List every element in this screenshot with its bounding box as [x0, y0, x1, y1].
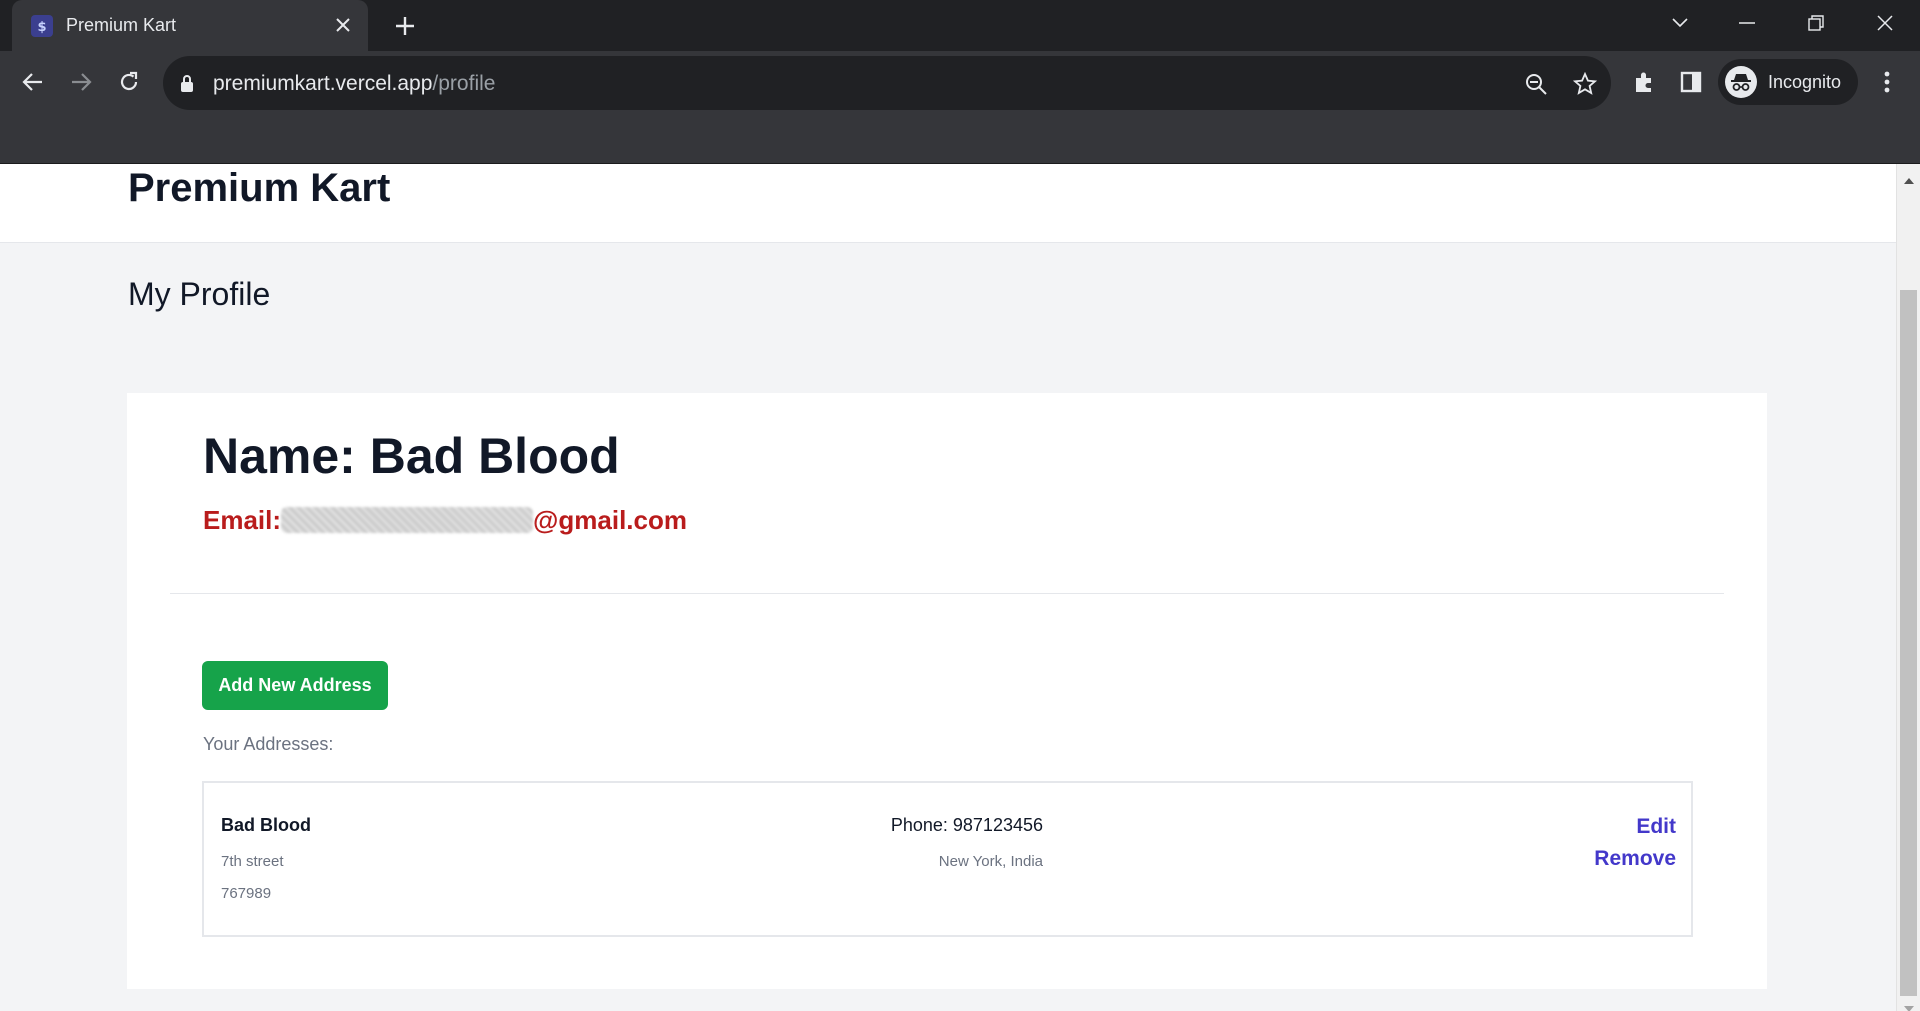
incognito-label: Incognito — [1768, 72, 1842, 92]
scrollbar-thumb[interactable] — [1900, 290, 1917, 996]
extensions-icon[interactable] — [1626, 64, 1662, 100]
address-name: Bad Blood — [221, 815, 311, 835]
star-icon[interactable] — [1570, 69, 1600, 99]
incognito-icon — [1725, 66, 1757, 98]
scroll-up-arrow-icon[interactable] — [1903, 172, 1915, 190]
tab-title: Premium Kart — [66, 15, 177, 35]
add-new-address-button[interactable]: Add New Address — [202, 661, 388, 710]
page-scrollbar[interactable] — [1896, 164, 1920, 1011]
browser-toolbar: premiumkart.vercel.app/profile Incognito — [0, 51, 1920, 164]
site-favicon-icon: $ — [30, 14, 54, 38]
back-icon[interactable] — [15, 64, 51, 100]
address-card: Bad Blood 7th street 767989 Phone: 98712… — [202, 781, 1693, 937]
restore-icon[interactable] — [1798, 8, 1834, 38]
zoom-out-icon[interactable] — [1521, 69, 1551, 99]
remove-address-button[interactable]: Remove — [1594, 847, 1676, 871]
site-header: Premium Kart — [0, 164, 1896, 243]
url-host: premiumkart.vercel.app — [213, 72, 433, 95]
tab-search-chevron-icon[interactable] — [1662, 8, 1698, 38]
new-tab-icon[interactable] — [390, 11, 420, 41]
browser-tab[interactable]: $ Premium Kart — [12, 0, 368, 51]
address-phone: Phone: 987123456 — [890, 815, 1043, 835]
scroll-down-arrow-icon[interactable] — [1903, 1000, 1915, 1011]
edit-address-button[interactable]: Edit — [1636, 815, 1676, 839]
email-label: Email: — [203, 505, 282, 535]
email-redacted — [281, 507, 534, 533]
brand-logo[interactable]: Premium Kart — [128, 164, 390, 212]
page-viewport: Premium Kart My Profile Name: Bad Blood … — [0, 164, 1896, 1011]
address-city-country: New York, India — [938, 853, 1043, 870]
url-path: /profile — [432, 72, 496, 95]
reload-icon[interactable] — [111, 64, 147, 100]
side-panel-icon[interactable] — [1673, 64, 1709, 100]
minimize-icon[interactable] — [1729, 8, 1765, 38]
page-title: My Profile — [128, 276, 271, 312]
menu-icon[interactable] — [1869, 64, 1905, 100]
addresses-heading: Your Addresses: — [203, 734, 334, 754]
profile-name: Name: Bad Blood — [203, 428, 620, 484]
svg-text:$: $ — [37, 20, 46, 35]
divider — [170, 593, 1724, 594]
profile-card: Name: Bad Blood Email: @gmail.com Add New… — [127, 393, 1767, 989]
lock-icon[interactable] — [179, 73, 195, 98]
url-text: premiumkart.vercel.app/profile — [213, 72, 495, 96]
browser-tab-strip: $ Premium Kart — [0, 0, 1920, 51]
profile-email: Email: @gmail.com — [203, 505, 687, 536]
email-domain: @gmail.com — [533, 505, 687, 535]
close-window-icon[interactable] — [1867, 8, 1903, 38]
address-street: 7th street — [221, 853, 284, 870]
address-pincode: 767989 — [221, 885, 272, 902]
incognito-profile-button[interactable]: Incognito — [1718, 59, 1858, 105]
forward-icon[interactable] — [63, 64, 99, 100]
address-bar[interactable]: premiumkart.vercel.app/profile — [163, 56, 1611, 110]
close-tab-icon[interactable] — [330, 12, 356, 38]
